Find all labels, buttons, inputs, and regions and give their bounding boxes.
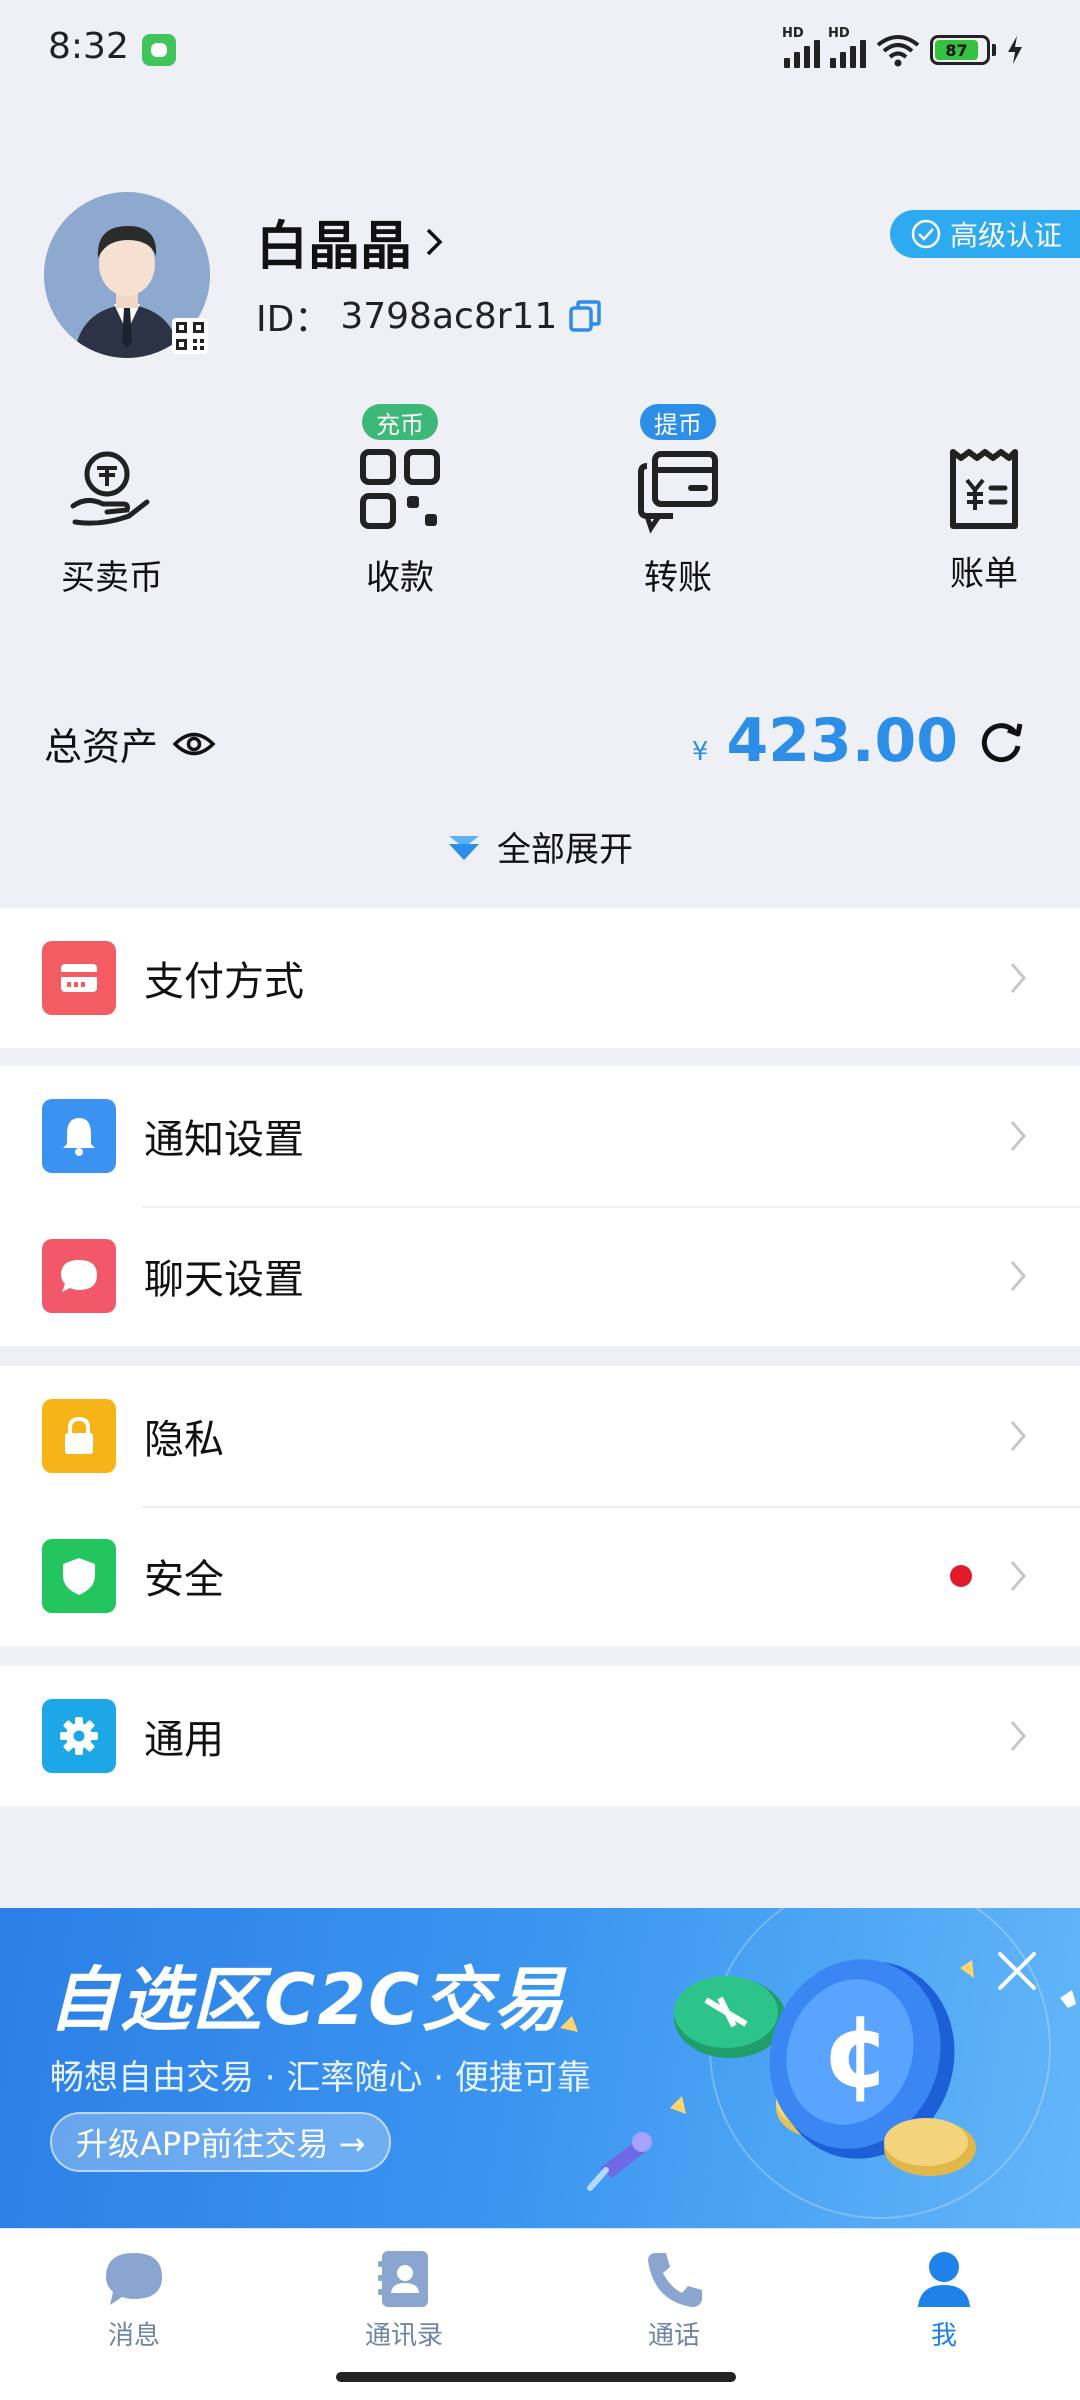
eye-icon[interactable] <box>172 729 216 759</box>
chevron-right-icon <box>1010 1421 1026 1451</box>
nav-calls[interactable]: 通话 <box>574 2249 774 2352</box>
bell-icon <box>42 1099 116 1173</box>
lock-icon <box>42 1399 116 1473</box>
nav-me[interactable]: 我 <box>844 2249 1044 2352</box>
person-icon <box>918 2252 970 2307</box>
currency-symbol: ¥ <box>691 737 709 767</box>
settings-row-privacy[interactable]: 隐私 <box>0 1366 1080 1506</box>
banner-subtitle: 畅想自由交易 · 汇率随心 · 便捷可靠 <box>50 2058 591 2098</box>
settings-row-security[interactable]: 安全 <box>0 1506 1080 1646</box>
shield-icon <box>42 1539 116 1613</box>
nav-contacts-label: 通讯录 <box>364 2321 443 2351</box>
signal-icon: HD <box>782 26 820 68</box>
wifi-icon <box>876 35 920 67</box>
total-assets-value: ¥ 423.00 <box>692 706 1026 776</box>
wallet-icon <box>42 941 116 1015</box>
security-alert-dot <box>950 1565 972 1587</box>
action-transfer[interactable]: 提币 转账 <box>578 400 778 610</box>
profile-id-value: 3798ac8r11 <box>340 295 558 337</box>
settings-group-notify-chat: 通知设置 聊天设置 <box>0 1066 1080 1346</box>
status-icons: HD HD 87 <box>782 26 1024 70</box>
nav-calls-label: 通话 <box>647 2321 700 2351</box>
chat-bubble-icon <box>106 2253 162 2305</box>
nav-messages[interactable]: 消息 <box>34 2249 234 2352</box>
action-receive-tag: 充币 <box>362 404 438 440</box>
refresh-icon[interactable] <box>976 716 1026 766</box>
settings-row-general[interactable]: 通用 <box>0 1666 1080 1806</box>
nav-me-label: 我 <box>930 2321 957 2351</box>
bill-receipt-icon <box>950 449 1018 529</box>
expand-all-label: 全部展开 <box>497 830 633 870</box>
chevron-right-icon <box>1010 963 1026 993</box>
contacts-icon <box>378 2251 428 2307</box>
check-circle-icon <box>911 219 941 249</box>
charging-icon <box>1008 36 1022 64</box>
settings-row-payment-label: 支付方式 <box>144 959 304 1005</box>
total-assets: 总资产 <box>44 716 216 771</box>
phone-icon <box>648 2253 702 2307</box>
chevron-right-icon <box>426 228 443 255</box>
profile-name: 白晶晶 <box>256 217 413 277</box>
profile-id-label: ID： <box>256 299 331 340</box>
chevron-right-icon <box>1010 1121 1026 1151</box>
close-icon[interactable] <box>994 1948 1040 1994</box>
action-bill-label: 账单 <box>950 554 1018 594</box>
action-buy-sell[interactable]: 买卖币 <box>12 400 212 610</box>
total-assets-amount: 423.00 <box>726 706 958 776</box>
action-transfer-label: 转账 <box>644 558 712 598</box>
promo-banner[interactable]: ¢ 自选区C2C交易 畅想自由交易 · 汇率随心 · 便捷可靠 升级APP前往交… <box>0 1908 1080 2228</box>
settings-row-chat-label: 聊天设置 <box>144 1257 304 1303</box>
chevron-right-icon <box>1010 1721 1026 1751</box>
settings-group-payment: 支付方式 <box>0 908 1080 1048</box>
app-notification-icon <box>142 34 176 66</box>
nav-contacts[interactable]: 通讯录 <box>304 2249 504 2352</box>
banner-title: 自选区C2C交易 <box>48 1959 566 2041</box>
chevron-down-icon <box>449 835 479 860</box>
action-bill[interactable]: 账单 <box>884 400 1080 610</box>
transfer-card-icon <box>638 451 718 534</box>
home-indicator <box>336 2372 736 2382</box>
action-transfer-tag: 提币 <box>640 404 716 440</box>
copy-icon[interactable] <box>567 298 603 334</box>
qr-code-icon <box>360 449 440 529</box>
signal-hd-label: HD <box>828 26 850 41</box>
settings-group-general: 通用 <box>0 1666 1080 1806</box>
signal-hd-label: HD <box>782 26 804 41</box>
qr-code-icon[interactable] <box>172 318 208 354</box>
action-buy-sell-label: 买卖币 <box>61 558 163 598</box>
settings-row-security-label: 安全 <box>144 1557 224 1603</box>
action-receive[interactable]: 充币 收款 <box>300 400 500 610</box>
expand-all-button[interactable]: 全部展开 <box>0 822 1080 871</box>
status-time: 8:32 <box>48 26 129 67</box>
settings-row-privacy-label: 隐私 <box>144 1417 224 1463</box>
chevron-right-icon <box>1010 1261 1026 1291</box>
total-assets-label: 总资产 <box>44 725 159 769</box>
signal-icon: HD <box>828 26 866 68</box>
settings-row-payment[interactable]: 支付方式 <box>0 908 1080 1048</box>
settings-group-privacy-security: 隐私 安全 <box>0 1366 1080 1646</box>
profile-id: ID： 3798ac8r11 <box>256 290 603 342</box>
action-receive-label: 收款 <box>366 558 434 598</box>
status-bar: 8:32 HD HD 87 <box>0 0 1080 100</box>
settings-row-chat[interactable]: 聊天设置 <box>0 1206 1080 1346</box>
profile-name-link[interactable]: 白晶晶 <box>256 204 446 279</box>
gear-icon <box>42 1699 116 1773</box>
settings-row-notify[interactable]: 通知设置 <box>0 1066 1080 1206</box>
chat-bubble-icon <box>42 1239 116 1313</box>
nav-messages-label: 消息 <box>107 2321 160 2351</box>
banner-upgrade-button[interactable]: 升级APP前往交易 → <box>50 2112 392 2172</box>
coin-hand-icon <box>70 451 150 526</box>
svg-text:¢: ¢ <box>822 1993 892 2110</box>
battery-icon: 87 <box>930 35 996 65</box>
verify-badge-label: 高级认证 <box>949 219 1062 252</box>
battery-level: 87 <box>935 40 978 60</box>
settings-row-notify-label: 通知设置 <box>144 1117 304 1163</box>
verify-badge[interactable]: 高级认证 <box>889 210 1080 258</box>
settings-row-general-label: 通用 <box>144 1717 224 1763</box>
quick-actions: 买卖币 充币 收款 提币 转账 账单 <box>0 400 1080 620</box>
chevron-right-icon <box>1010 1561 1026 1591</box>
